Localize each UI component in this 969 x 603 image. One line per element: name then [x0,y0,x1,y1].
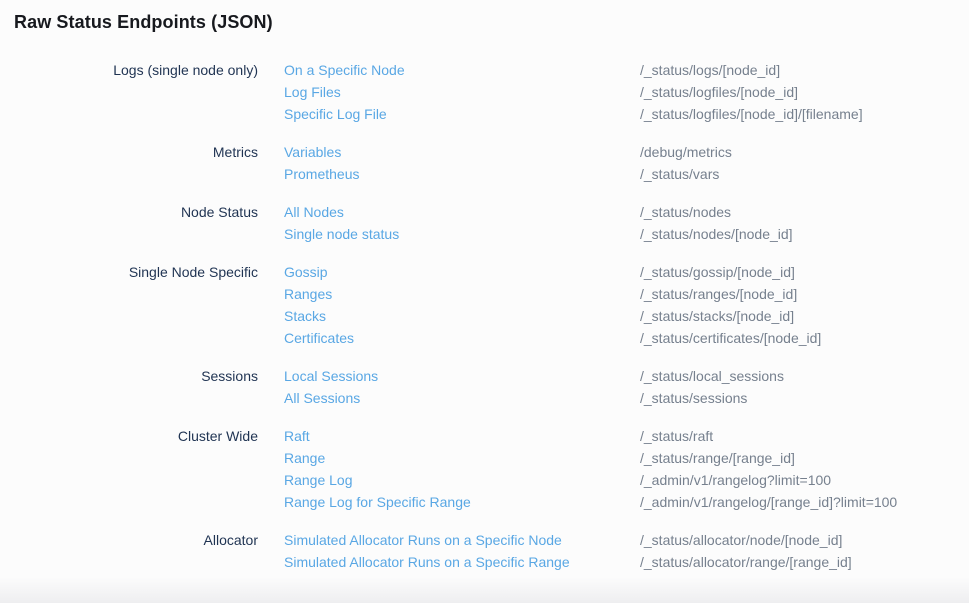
endpoint-link[interactable]: Certificates [284,327,640,349]
section-category: Metrics [0,141,284,163]
section-category: Single Node Specific [0,261,284,283]
section-category: Node Status [0,201,284,223]
endpoint-link[interactable]: Range Log for Specific Range [284,491,640,513]
endpoint-path: /_status/logfiles/[node_id] [640,81,798,103]
endpoint-row: Prometheus /_status/vars [284,163,732,185]
endpoint-path: /_status/logfiles/[node_id]/[filename] [640,103,863,125]
section-cluster-wide: Cluster Wide Raft /_status/raft Range /_… [0,425,969,513]
endpoint-link[interactable]: Ranges [284,283,640,305]
endpoint-row: Range Log for Specific Range /_admin/v1/… [284,491,897,513]
endpoint-row: Log Files /_status/logfiles/[node_id] [284,81,863,103]
endpoint-row: All Sessions /_status/sessions [284,387,784,409]
endpoint-link[interactable]: Log Files [284,81,640,103]
section-single-node-specific: Single Node Specific Gossip /_status/gos… [0,261,969,349]
endpoint-row: Range Log /_admin/v1/rangelog?limit=100 [284,469,897,491]
endpoint-link[interactable]: Local Sessions [284,365,640,387]
endpoint-link[interactable]: Gossip [284,261,640,283]
endpoint-path: /_admin/v1/rangelog?limit=100 [640,469,831,491]
section-metrics: Metrics Variables /debug/metrics Prometh… [0,141,969,185]
endpoint-row: On a Specific Node /_status/logs/[node_i… [284,59,863,81]
endpoint-row: Simulated Allocator Runs on a Specific N… [284,529,852,551]
endpoint-link[interactable]: Range [284,447,640,469]
endpoint-row: Certificates /_status/certificates/[node… [284,327,821,349]
endpoint-row: Stacks /_status/stacks/[node_id] [284,305,821,327]
endpoint-row: Variables /debug/metrics [284,141,732,163]
endpoint-link[interactable]: Simulated Allocator Runs on a Specific R… [284,551,640,573]
endpoint-path: /_status/sessions [640,387,747,409]
endpoint-link[interactable]: Simulated Allocator Runs on a Specific N… [284,529,640,551]
endpoint-row: Single node status /_status/nodes/[node_… [284,223,793,245]
section-category: Logs (single node only) [0,59,284,81]
section-category: Sessions [0,365,284,387]
endpoint-link[interactable]: Stacks [284,305,640,327]
endpoint-path: /_status/range/[range_id] [640,447,795,469]
section-category: Cluster Wide [0,425,284,447]
endpoint-row: Ranges /_status/ranges/[node_id] [284,283,821,305]
section-category: Allocator [0,529,284,551]
page-title: Raw Status Endpoints (JSON) [14,12,273,33]
endpoint-link[interactable]: On a Specific Node [284,59,640,81]
endpoint-link[interactable]: Variables [284,141,640,163]
endpoint-row: All Nodes /_status/nodes [284,201,793,223]
endpoint-link[interactable]: All Sessions [284,387,640,409]
endpoint-link[interactable]: Range Log [284,469,640,491]
endpoint-row: Raft /_status/raft [284,425,897,447]
endpoint-path: /_admin/v1/rangelog/[range_id]?limit=100 [640,491,897,513]
endpoint-link[interactable]: Single node status [284,223,640,245]
endpoint-path: /_status/allocator/node/[node_id] [640,529,842,551]
endpoint-path: /_status/vars [640,163,719,185]
endpoint-row: Range /_status/range/[range_id] [284,447,897,469]
endpoint-path: /_status/gossip/[node_id] [640,261,795,283]
endpoint-link[interactable]: Specific Log File [284,103,640,125]
endpoint-path: /_status/allocator/range/[range_id] [640,551,852,573]
endpoint-link[interactable]: All Nodes [284,201,640,223]
endpoints-list: Logs (single node only) On a Specific No… [0,59,969,589]
endpoint-path: /_status/nodes [640,201,731,223]
endpoint-row: Simulated Allocator Runs on a Specific R… [284,551,852,573]
section-logs: Logs (single node only) On a Specific No… [0,59,969,125]
endpoint-path: /debug/metrics [640,141,732,163]
endpoint-link[interactable]: Raft [284,425,640,447]
endpoint-row: Gossip /_status/gossip/[node_id] [284,261,821,283]
endpoint-path: /_status/ranges/[node_id] [640,283,797,305]
endpoint-path: /_status/certificates/[node_id] [640,327,821,349]
endpoint-path: /_status/stacks/[node_id] [640,305,794,327]
section-sessions: Sessions Local Sessions /_status/local_s… [0,365,969,409]
endpoint-link[interactable]: Prometheus [284,163,640,185]
endpoint-path: /_status/logs/[node_id] [640,59,780,81]
endpoint-path: /_status/local_sessions [640,365,784,387]
section-allocator: Allocator Simulated Allocator Runs on a … [0,529,969,573]
endpoint-row: Local Sessions /_status/local_sessions [284,365,784,387]
endpoint-path: /_status/raft [640,425,713,447]
endpoint-path: /_status/nodes/[node_id] [640,223,793,245]
endpoint-row: Specific Log File /_status/logfiles/[nod… [284,103,863,125]
section-node-status: Node Status All Nodes /_status/nodes Sin… [0,201,969,245]
